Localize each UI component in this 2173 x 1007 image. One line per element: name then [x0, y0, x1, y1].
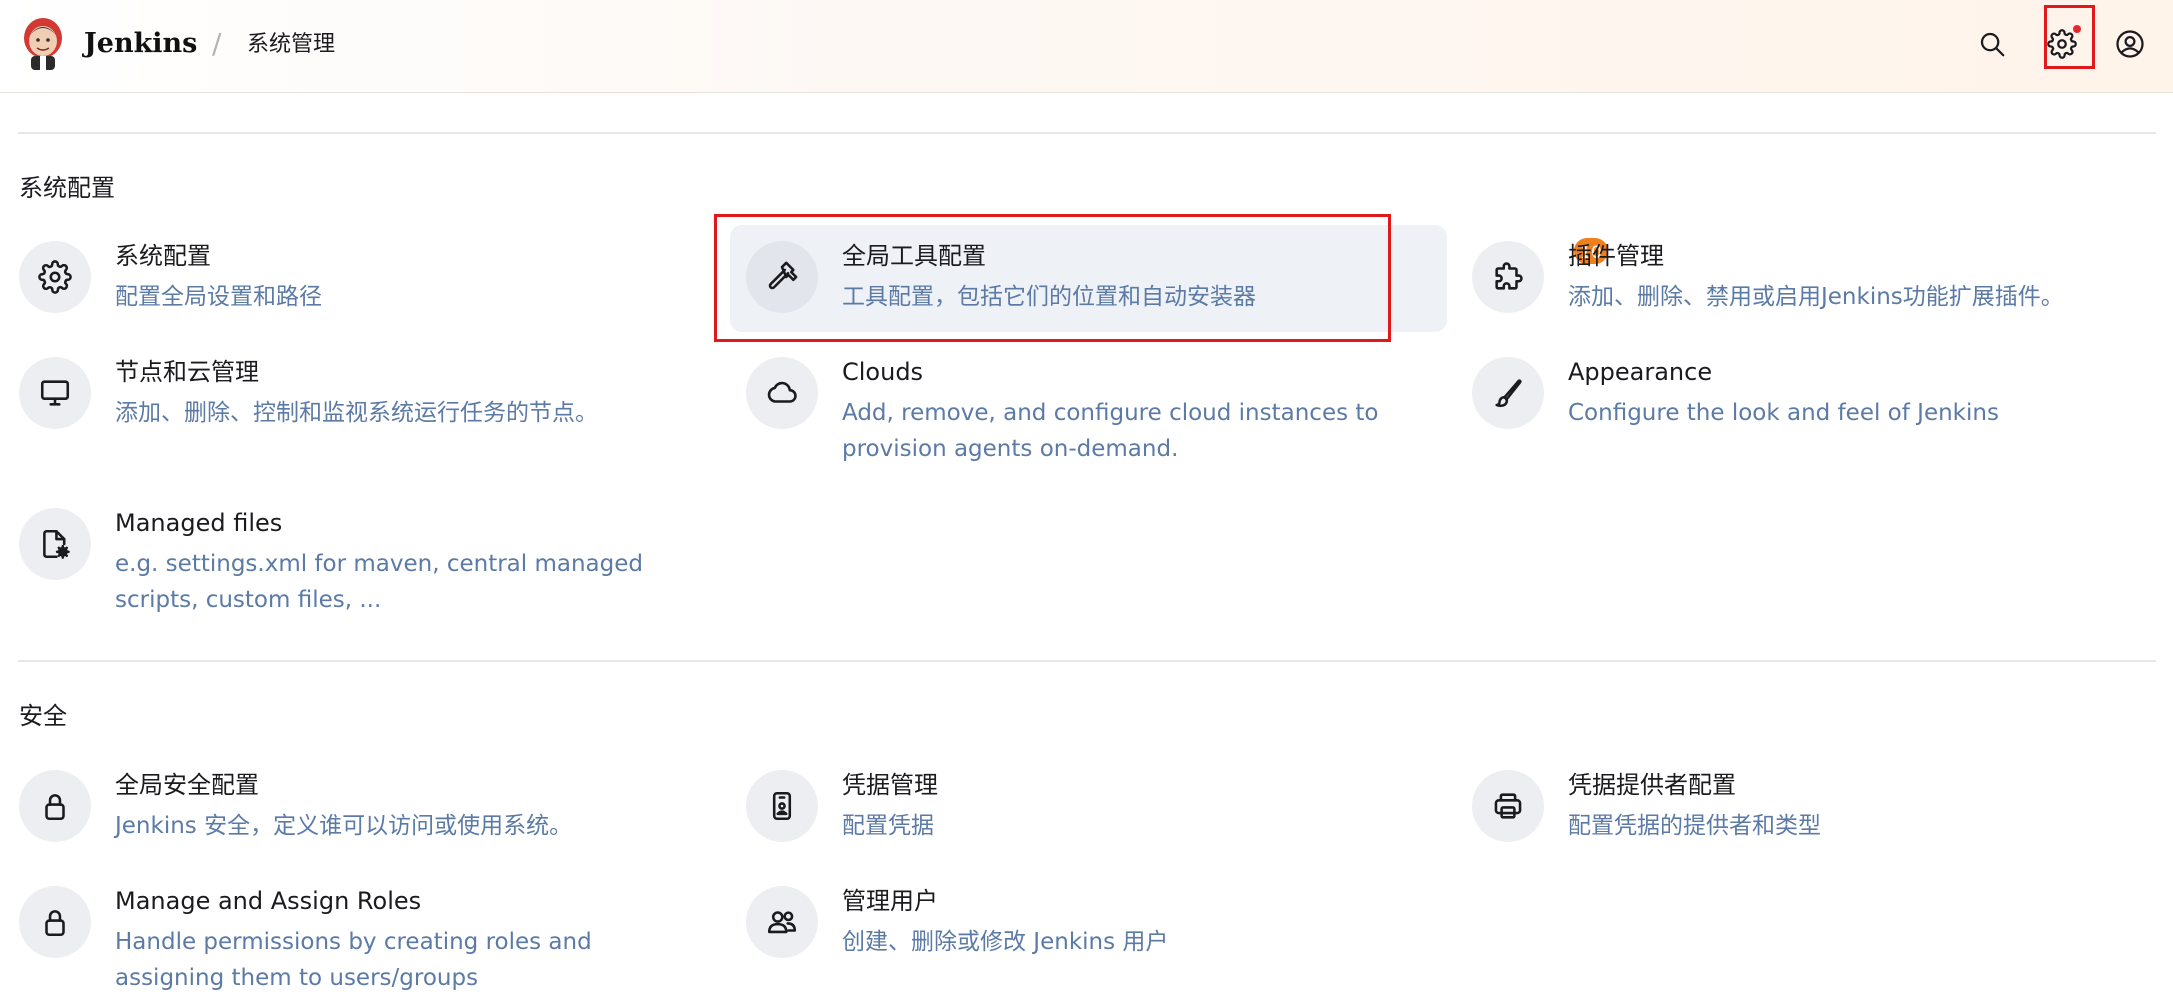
item-title: Managed files: [115, 509, 283, 537]
notification-dot: [2073, 25, 2081, 33]
item-title: 节点和云管理: [115, 358, 259, 386]
brush-icon: [1495, 379, 1522, 408]
hammer-icon: [768, 261, 798, 290]
item-managed-files[interactable]: Managed files e.g. settings.xml for mave…: [19, 508, 699, 618]
item-manage-users[interactable]: 管理用户 创建、删除或修改 Jenkins 用户: [746, 886, 1426, 958]
credential-provider-icon: [1494, 793, 1522, 819]
puzzle-icon: [1495, 262, 1523, 290]
lock-icon: [45, 794, 65, 821]
breadcrumb-manage-jenkins[interactable]: 系统管理: [247, 30, 335, 60]
item-title: Manage and Assign Roles: [115, 887, 422, 915]
item-icon-circle: [1472, 357, 1544, 429]
item-desc: 创建、删除或修改 Jenkins 用户: [842, 929, 1169, 955]
brand-link[interactable]: Jenkins: [84, 26, 197, 62]
item-title: 插件管理: [1568, 242, 1664, 270]
jenkins-logo[interactable]: [20, 16, 66, 72]
lock-icon: [45, 910, 65, 937]
file-gear-icon: [43, 529, 70, 559]
gear-icon: [2047, 29, 2077, 59]
section-title-system-config: 系统配置: [19, 174, 115, 202]
item-icon-circle: [1472, 770, 1544, 842]
top-header: Jenkins / 系统管理: [0, 0, 2173, 93]
item-icon-circle: [19, 357, 91, 429]
item-title: 凭据管理: [842, 771, 938, 799]
search-button[interactable]: [1970, 22, 2014, 66]
breadcrumb-separator: /: [212, 27, 222, 60]
item-credential-providers[interactable]: 凭据提供者配置 配置凭据的提供者和类型: [1472, 770, 2162, 842]
item-global-tool-config[interactable]: 全局工具配置 工具配置，包括它们的位置和自动安装器: [730, 225, 1447, 332]
item-system-config[interactable]: 系统配置 配置全局设置和路径: [19, 241, 679, 313]
item-icon-circle: [746, 357, 818, 429]
item-title: 管理用户: [842, 887, 938, 915]
section-title-security: 安全: [19, 702, 67, 730]
item-nodes-and-clouds[interactable]: 节点和云管理 添加、删除、控制和监视系统运行任务的节点。: [19, 357, 679, 429]
item-icon-circle: [746, 241, 818, 313]
item-title: 全局安全配置: [115, 771, 259, 799]
item-desc: e.g. settings.xml for maven, central man…: [115, 551, 643, 613]
cloud-icon: [767, 381, 797, 403]
item-desc: Handle permissions by creating roles and…: [115, 929, 592, 991]
item-desc: Configure the look and feel of Jenkins: [1568, 400, 1999, 426]
item-desc: 配置全局设置和路径: [115, 284, 322, 310]
item-icon-circle: [19, 886, 91, 958]
item-desc: 添加、删除、禁用或启用Jenkins功能扩展插件。: [1568, 284, 2064, 310]
user-menu-button[interactable]: [2108, 22, 2152, 66]
item-title: 系统配置: [115, 242, 211, 270]
item-desc: 配置凭据: [842, 813, 934, 839]
item-clouds[interactable]: Clouds Add, remove, and configure cloud …: [746, 357, 1426, 467]
users-icon: [767, 911, 797, 934]
item-desc: 配置凭据的提供者和类型: [1568, 813, 1821, 839]
item-appearance[interactable]: Appearance Configure the look and feel o…: [1472, 357, 2162, 429]
user-icon: [2116, 30, 2144, 58]
item-title: 凭据提供者配置: [1568, 771, 1736, 799]
item-manage-assign-roles[interactable]: Manage and Assign Roles Handle permissio…: [19, 886, 699, 996]
gear-icon: [38, 260, 72, 294]
jenkins-butler-icon: [24, 18, 62, 70]
item-desc: Jenkins 安全，定义谁可以访问或使用系统。: [115, 813, 573, 839]
item-icon-circle: [19, 241, 91, 313]
item-desc: 添加、删除、控制和监视系统运行任务的节点。: [115, 400, 598, 426]
item-icon-circle: [746, 770, 818, 842]
divider-top: [18, 132, 2156, 134]
item-desc: 工具配置，包括它们的位置和自动安装器: [842, 284, 1256, 310]
item-global-security[interactable]: 全局安全配置 Jenkins 安全，定义谁可以访问或使用系统。: [19, 770, 679, 842]
item-icon-circle: [19, 508, 91, 580]
item-desc: Add, remove, and configure cloud instanc…: [842, 400, 1379, 462]
item-plugin-manager[interactable]: 10 插件管理 添加、删除、禁用或启用Jenkins功能扩展插件。: [1472, 236, 2162, 313]
item-icon-circle: [746, 886, 818, 958]
item-icon-circle: [1472, 241, 1544, 313]
item-title: 全局工具配置: [842, 242, 986, 270]
item-title: Clouds: [842, 358, 924, 386]
search-icon: [1980, 32, 2005, 57]
item-credentials[interactable]: 凭据管理 配置凭据: [746, 770, 1426, 842]
item-icon-circle: [19, 770, 91, 842]
id-card-icon: [772, 791, 792, 821]
divider-security: [18, 660, 2156, 662]
monitor-icon: [40, 380, 70, 406]
item-title: Appearance: [1568, 358, 1713, 386]
